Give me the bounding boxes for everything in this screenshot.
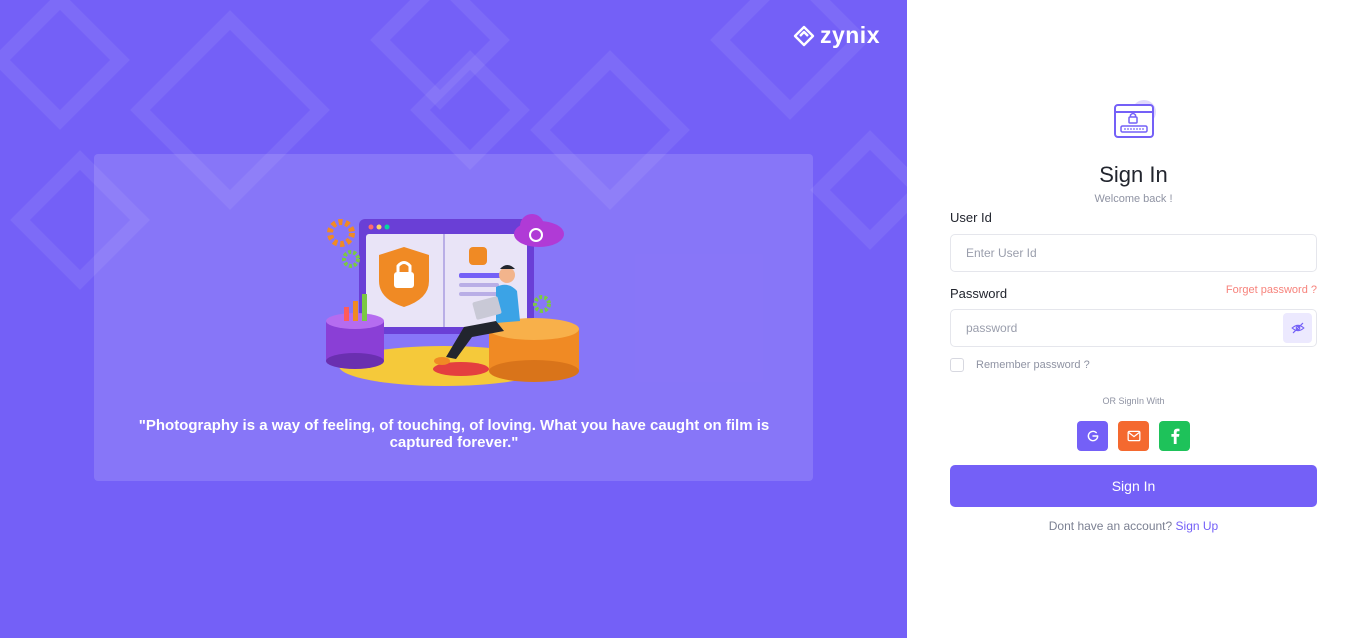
google-signin-button[interactable] [1077, 421, 1108, 451]
user-id-label: User Id [950, 210, 992, 225]
page-subtitle: Welcome back ! [1094, 193, 1173, 205]
facebook-signin-button[interactable] [1159, 421, 1190, 451]
user-id-input[interactable] [950, 234, 1317, 272]
page-title: Sign In [1099, 162, 1168, 187]
brand-logo[interactable]: zynix [793, 22, 880, 49]
lock-icon [1112, 98, 1160, 144]
password-label: Password [950, 286, 1008, 301]
signup-prompt: Dont have an account? Sign Up [907, 519, 1360, 533]
brand-name: zynix [819, 22, 880, 48]
security-illustration [326, 214, 579, 386]
password-input[interactable] [950, 309, 1317, 347]
quote-text: "Photography is a way of feeling, of tou… [138, 417, 770, 451]
hero-panel: zynix "Photography is a way of feeling, … [0, 0, 907, 638]
signin-panel: Sign In Welcome back ! User Id Password … [907, 0, 1360, 638]
quote-card: "Photography is a way of feeling, of tou… [94, 154, 813, 481]
signin-button[interactable]: Sign In [950, 465, 1317, 507]
mail-icon [1127, 430, 1140, 442]
remember-password-row[interactable]: Remember password ? [950, 358, 1090, 372]
forgot-password-link[interactable]: Forget password ? [1226, 284, 1317, 296]
signup-link[interactable]: Sign Up [1176, 519, 1219, 533]
facebook-icon [1170, 428, 1179, 444]
remember-label: Remember password ? [976, 359, 1090, 371]
remember-checkbox[interactable] [950, 358, 964, 372]
social-heading: OR SignIn With [1102, 396, 1165, 406]
zynix-logo-icon [793, 25, 815, 46]
signup-prompt-text: Dont have an account? [1048, 519, 1173, 533]
eye-off-icon [1290, 322, 1305, 334]
mail-signin-button[interactable] [1118, 421, 1149, 451]
google-icon [1087, 430, 1098, 442]
password-visibility-toggle[interactable] [1283, 313, 1312, 343]
